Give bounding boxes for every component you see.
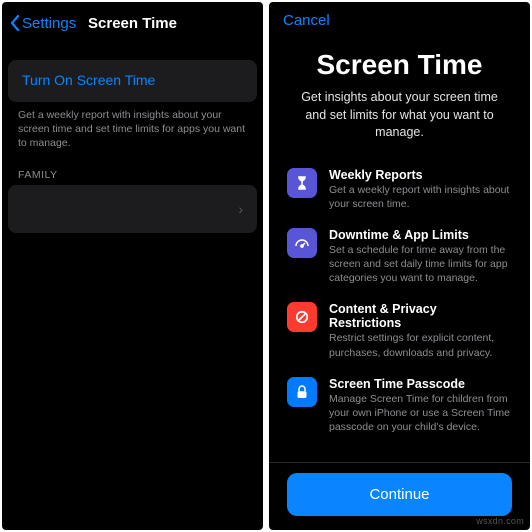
family-cell[interactable]: ›	[8, 185, 257, 233]
hero-subtitle: Get insights about your screen time and …	[287, 89, 512, 142]
feature-title: Screen Time Passcode	[329, 377, 512, 391]
feature-title: Downtime & App Limits	[329, 228, 512, 242]
turn-on-screen-time-cell[interactable]: Turn On Screen Time	[8, 60, 257, 102]
nav-bar: Settings Screen Time	[2, 2, 263, 44]
feature-title: Weekly Reports	[329, 168, 512, 182]
section-footer: Get a weekly report with insights about …	[2, 102, 263, 151]
chevron-left-icon	[10, 15, 20, 31]
back-button[interactable]: Settings	[10, 15, 76, 32]
hero-title: Screen Time	[287, 49, 512, 81]
feature-weekly-reports: Weekly Reports Get a weekly report with …	[287, 168, 512, 211]
back-label: Settings	[22, 15, 76, 32]
feature-list: Weekly Reports Get a weekly report with …	[287, 168, 512, 435]
page-title: Screen Time	[88, 15, 177, 32]
continue-button[interactable]: Continue	[287, 473, 512, 516]
gauge-icon	[287, 228, 317, 258]
cancel-button[interactable]: Cancel	[269, 2, 530, 33]
chevron-right-icon: ›	[238, 201, 243, 217]
content: Turn On Screen Time Get a weekly report …	[2, 44, 263, 233]
feature-downtime: Downtime & App Limits Set a schedule for…	[287, 228, 512, 286]
content: Screen Time Get insights about your scre…	[269, 33, 530, 462]
watermark: wsxdn.com	[476, 516, 524, 526]
intro-screen: Cancel Screen Time Get insights about yo…	[269, 2, 530, 530]
no-sign-icon	[287, 302, 317, 332]
feature-desc: Set a schedule for time away from the sc…	[329, 243, 512, 286]
feature-desc: Get a weekly report with insights about …	[329, 183, 512, 211]
feature-restrictions: Content & Privacy Restrictions Restrict …	[287, 302, 512, 359]
family-header: FAMILY	[2, 151, 263, 185]
feature-title: Content & Privacy Restrictions	[329, 302, 512, 330]
settings-screen: Settings Screen Time Turn On Screen Time…	[2, 2, 263, 530]
hourglass-icon	[287, 168, 317, 198]
turn-on-label: Turn On Screen Time	[22, 72, 155, 88]
lock-icon	[287, 377, 317, 407]
feature-passcode: Screen Time Passcode Manage Screen Time …	[287, 377, 512, 435]
feature-desc: Manage Screen Time for children from you…	[329, 392, 512, 435]
feature-desc: Restrict settings for explicit content, …	[329, 331, 512, 359]
